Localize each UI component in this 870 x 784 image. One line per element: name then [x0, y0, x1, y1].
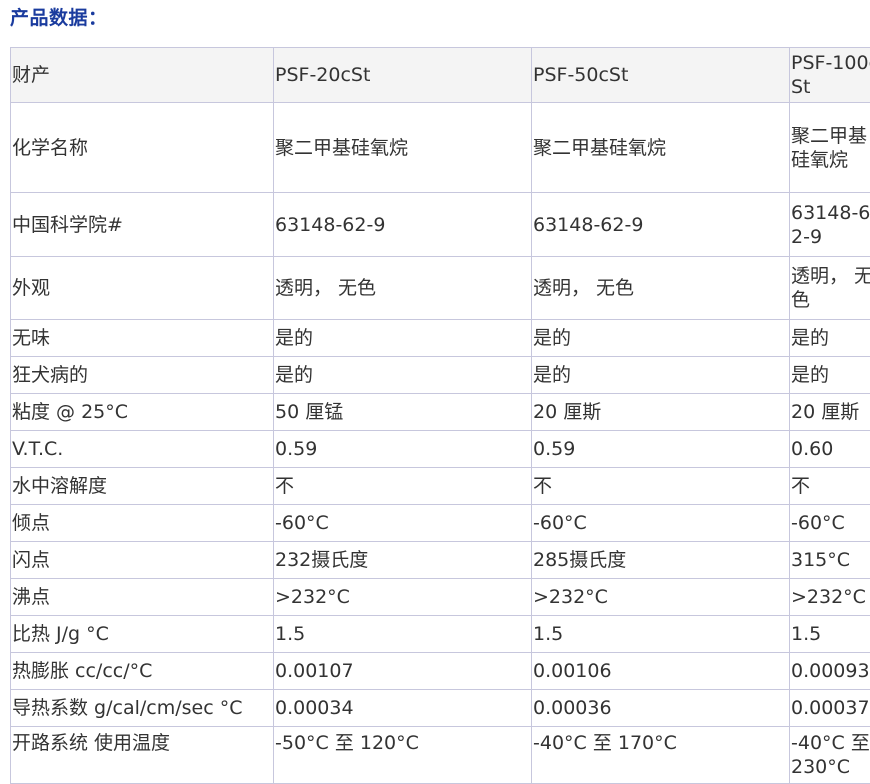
table-cell: 0.00036 [531, 689, 790, 727]
table-cell: 0.59 [273, 430, 532, 468]
table-cell: 315°C [789, 541, 870, 579]
table-cell: 0.00034 [273, 689, 532, 727]
table-row: 外观 透明， 无色 透明， 无色 透明， 无色 [10, 256, 870, 320]
table-cell: >232°C [273, 578, 532, 616]
table-cell: 不 [273, 467, 532, 505]
table-cell: -40°C 至 170°C [531, 726, 790, 784]
table-cell: 0.00037 [789, 689, 870, 727]
table-cell: 透明， 无色 [273, 256, 532, 320]
table-row: 狂犬病的 是的 是的 是的 [10, 356, 870, 394]
table-cell: 聚二甲基硅氧烷 [789, 102, 870, 193]
row-label: 水中溶解度 [10, 467, 274, 505]
table-cell: 0.00093 [789, 652, 870, 690]
table-row: 闪点 232摄氏度 285摄氏度 315°C [10, 541, 870, 579]
row-label: 狂犬病的 [10, 356, 274, 394]
row-label: 开路系统 使用温度 [10, 726, 274, 784]
row-label: 比热 J/g °C [10, 615, 274, 653]
row-label: 外观 [10, 256, 274, 320]
table-cell: 20 厘斯 [789, 393, 870, 431]
table-row: V.T.C. 0.59 0.59 0.60 [10, 430, 870, 468]
table-cell: 63148-62-9 [531, 192, 790, 257]
table-cell: 232摄氏度 [273, 541, 532, 579]
table-row: 沸点 >232°C >232°C >232°C [10, 578, 870, 616]
table-cell: >232°C [789, 578, 870, 616]
table-cell: -60°C [789, 504, 870, 542]
table-cell: -50°C 至 120°C [273, 726, 532, 784]
table-cell: 是的 [789, 319, 870, 357]
table-row: 水中溶解度 不 不 不 [10, 467, 870, 505]
table-cell: 1.5 [273, 615, 532, 653]
table-cell: 透明， 无色 [789, 256, 870, 320]
table-row: 化学名称 聚二甲基硅氧烷 聚二甲基硅氧烷 聚二甲基硅氧烷 [10, 102, 870, 193]
table-cell: 不 [789, 467, 870, 505]
table-cell: 是的 [273, 356, 532, 394]
table-cell: -60°C [273, 504, 532, 542]
table-cell: 透明， 无色 [531, 256, 790, 320]
row-label: 无味 [10, 319, 274, 357]
table-row: 导热系数 g/cal/cm/sec °C 0.00034 0.00036 0.0… [10, 689, 870, 727]
table-cell: 是的 [531, 319, 790, 357]
table-cell: 0.60 [789, 430, 870, 468]
table-cell: 285摄氏度 [531, 541, 790, 579]
table-cell: 聚二甲基硅氧烷 [531, 102, 790, 193]
table-row: 比热 J/g °C 1.5 1.5 1.5 [10, 615, 870, 653]
product-data-table: 财产 PSF-20cSt PSF-50cSt PSF-100cSt 化学名称 聚… [10, 47, 870, 784]
table-cell: 0.00107 [273, 652, 532, 690]
row-label: 倾点 [10, 504, 274, 542]
table-row: 开路系统 使用温度 -50°C 至 120°C -40°C 至 170°C -4… [10, 726, 870, 784]
table-cell: -40°C 至 230°C [789, 726, 870, 784]
table-row: 倾点 -60°C -60°C -60°C [10, 504, 870, 542]
row-label: 闪点 [10, 541, 274, 579]
table-row: 热膨胀 cc/cc/°C 0.00107 0.00106 0.00093 [10, 652, 870, 690]
table-row: 无味 是的 是的 是的 [10, 319, 870, 357]
table-row: 粘度 @ 25°C 50 厘锰 20 厘斯 20 厘斯 [10, 393, 870, 431]
column-header-psf-20cst: PSF-20cSt [273, 47, 532, 103]
row-label: 化学名称 [10, 102, 274, 193]
row-label: 粘度 @ 25°C [10, 393, 274, 431]
column-header-psf-50cst: PSF-50cSt [531, 47, 790, 103]
row-label: 热膨胀 cc/cc/°C [10, 652, 274, 690]
table-cell: -60°C [531, 504, 790, 542]
row-label: 中国科学院# [10, 192, 274, 257]
table-cell: >232°C [531, 578, 790, 616]
table-header-row: 财产 PSF-20cSt PSF-50cSt PSF-100cSt [10, 47, 870, 103]
table-cell: 50 厘锰 [273, 393, 532, 431]
row-label: V.T.C. [10, 430, 274, 468]
table-cell: 20 厘斯 [531, 393, 790, 431]
table-cell: 是的 [531, 356, 790, 394]
column-header-psf-100cst: PSF-100cSt [789, 47, 870, 103]
table-cell: 63148-62-9 [273, 192, 532, 257]
table-cell: 聚二甲基硅氧烷 [273, 102, 532, 193]
column-header-property: 财产 [10, 47, 274, 103]
table-cell: 63148-62-9 [789, 192, 870, 257]
table-row: 中国科学院# 63148-62-9 63148-62-9 63148-62-9 [10, 192, 870, 257]
section-title: 产品数据： [10, 7, 108, 29]
table-cell: 是的 [273, 319, 532, 357]
table-cell: 不 [531, 467, 790, 505]
table-cell: 0.59 [531, 430, 790, 468]
table-cell: 1.5 [531, 615, 790, 653]
table-cell: 1.5 [789, 615, 870, 653]
table-cell: 是的 [789, 356, 870, 394]
row-label: 导热系数 g/cal/cm/sec °C [10, 689, 274, 727]
table-cell: 0.00106 [531, 652, 790, 690]
row-label: 沸点 [10, 578, 274, 616]
